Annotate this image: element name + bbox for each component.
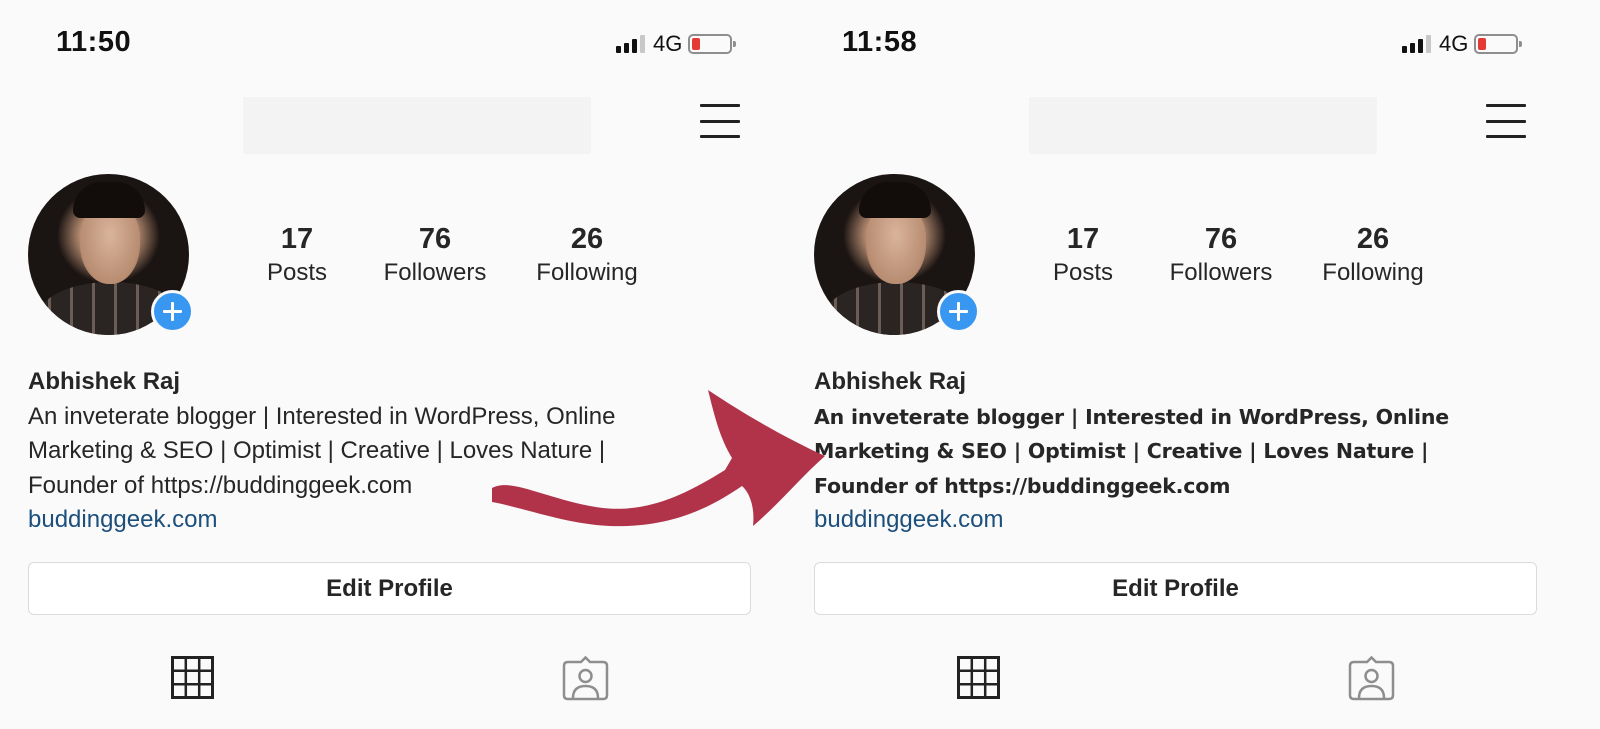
username-redacted bbox=[1029, 97, 1377, 154]
stat-following[interactable]: 26 Following bbox=[511, 222, 663, 290]
stat-value: 76 bbox=[418, 223, 452, 255]
username-redacted bbox=[243, 97, 591, 154]
bio-line: An inveterate blogger | Interested in Wo… bbox=[814, 404, 1449, 429]
stat-label: Posts bbox=[1052, 259, 1114, 286]
menu-icon[interactable] bbox=[1486, 104, 1526, 138]
stat-value: 76 bbox=[1204, 223, 1238, 255]
stat-value: 17 bbox=[280, 223, 314, 255]
network-type: 4G bbox=[1439, 31, 1469, 56]
stat-label: Posts bbox=[266, 259, 328, 286]
stat-label: Following bbox=[536, 259, 638, 286]
profile-bio: Abhishek Raj An inveterate blogger | Int… bbox=[814, 365, 1514, 538]
battery-icon bbox=[688, 34, 737, 54]
add-story-icon[interactable] bbox=[151, 290, 194, 333]
battery-icon bbox=[1474, 34, 1523, 54]
bio-line: An inveterate blogger | Interested in Wo… bbox=[28, 402, 616, 430]
tagged-icon[interactable] bbox=[1348, 656, 1395, 701]
stat-followers[interactable]: 76 Followers bbox=[1145, 222, 1297, 290]
stat-value: 17 bbox=[1066, 223, 1100, 255]
stat-label: Following bbox=[1322, 259, 1424, 286]
stat-following[interactable]: 26 Following bbox=[1297, 222, 1449, 290]
stat-label: Followers bbox=[1169, 259, 1273, 286]
stat-value: 26 bbox=[1356, 223, 1390, 255]
bio-text: An inveterate blogger | Interested in Wo… bbox=[28, 400, 728, 504]
grid-icon[interactable] bbox=[957, 656, 1000, 699]
stat-followers[interactable]: 76 Followers bbox=[359, 222, 511, 290]
stat-value: 26 bbox=[570, 223, 604, 255]
website-link[interactable]: buddinggeek.com bbox=[28, 503, 728, 538]
stat-posts[interactable]: 17 Posts bbox=[235, 222, 359, 290]
network-type: 4G bbox=[653, 31, 683, 56]
profile-stats: 17 Posts 76 Followers 26 Following bbox=[235, 222, 675, 290]
profile-bio: Abhishek Raj An inveterate blogger | Int… bbox=[28, 365, 728, 538]
signal-icon bbox=[616, 35, 645, 53]
edit-profile-button[interactable]: Edit Profile bbox=[28, 562, 751, 615]
phone-screen-after: 11:58 4G 17 Posts 76 Followers 26 Follow… bbox=[786, 0, 1572, 729]
website-link[interactable]: buddinggeek.com bbox=[814, 503, 1514, 538]
stat-label: Followers bbox=[383, 259, 487, 286]
status-indicators: 4G bbox=[1402, 31, 1523, 57]
grid-icon[interactable] bbox=[171, 656, 214, 699]
add-story-icon[interactable] bbox=[937, 290, 980, 333]
status-time: 11:58 bbox=[842, 26, 918, 58]
signal-icon bbox=[1402, 35, 1431, 53]
bio-line: Founder of https://buddinggeek.com bbox=[814, 473, 1231, 498]
edit-profile-button[interactable]: Edit Profile bbox=[814, 562, 1537, 615]
profile-stats: 17 Posts 76 Followers 26 Following bbox=[1021, 222, 1461, 290]
menu-icon[interactable] bbox=[700, 104, 740, 138]
bio-line: Marketing & SEO | Optimist | Creative | … bbox=[28, 437, 606, 464]
profile-name: Abhishek Raj bbox=[814, 368, 967, 395]
stat-posts[interactable]: 17 Posts bbox=[1021, 222, 1145, 290]
tagged-icon[interactable] bbox=[562, 656, 609, 701]
profile-name: Abhishek Raj bbox=[28, 368, 181, 395]
bio-text-bold: An inveterate blogger | Interested in Wo… bbox=[814, 400, 1514, 504]
phone-screen-before: 11:50 4G 17 Posts 76 Followers 26 Follow… bbox=[0, 0, 786, 729]
status-time: 11:50 bbox=[56, 26, 132, 58]
bio-line: Marketing & SEO | Optimist | Creative | … bbox=[814, 439, 1429, 463]
status-indicators: 4G bbox=[616, 31, 737, 57]
bio-line: Founder of https://buddinggeek.com bbox=[28, 471, 413, 499]
